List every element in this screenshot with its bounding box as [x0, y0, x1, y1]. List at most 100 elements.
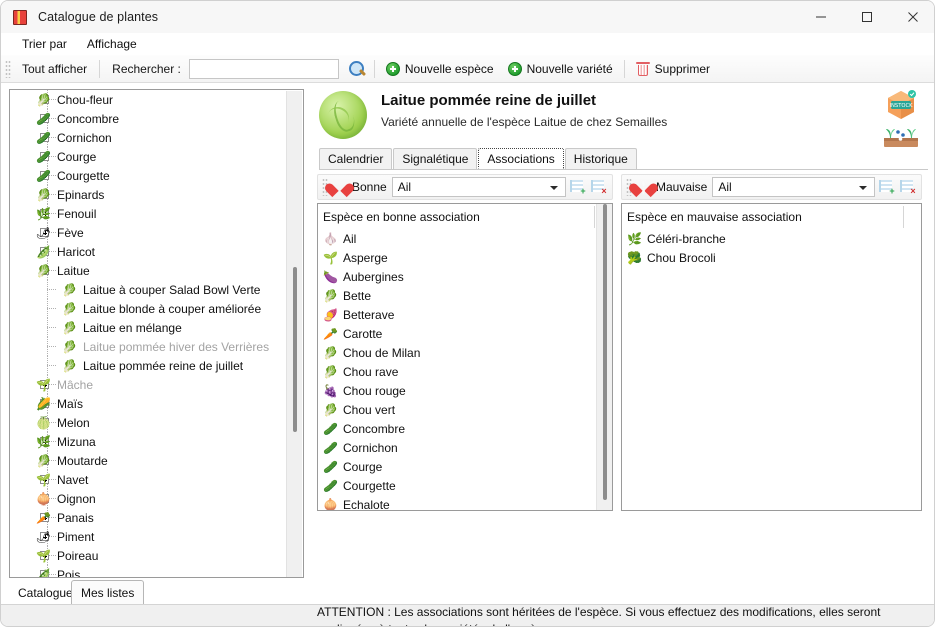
- bad-list-body[interactable]: 🌿 Céléri-branche 🥦 Chou Brocoli: [622, 229, 921, 267]
- good-list-item[interactable]: 🥒 Courge: [318, 457, 612, 476]
- tree-item-label: Pois: [57, 567, 81, 578]
- tree-item-chou-fleur[interactable]: 🥬 Chou-fleur: [10, 90, 287, 109]
- delete-button[interactable]: Supprimer: [629, 57, 717, 81]
- detail-badges: INSTOCK: [882, 89, 924, 149]
- good-list-item[interactable]: 🍠 Betterave: [318, 305, 612, 324]
- bad-list-item[interactable]: 🥦 Chou Brocoli: [622, 248, 921, 267]
- good-list-item[interactable]: 🥒 Courgette: [318, 476, 612, 495]
- plant-icon: 🍠: [323, 307, 338, 322]
- tree-item-concombre[interactable]: 🥒 Concombre: [10, 109, 287, 128]
- good-association-panel: Bonne Ail + × Espèce en bonne associatio…: [317, 174, 613, 511]
- plant-icon: 🥒: [323, 440, 338, 455]
- good-list-item[interactable]: 🧄 Ail: [318, 229, 612, 248]
- tab-associations[interactable]: Associations: [478, 148, 564, 169]
- toolbar-separator-2: [373, 59, 375, 78]
- tree-item-poireau[interactable]: 🌱 Poireau: [10, 546, 287, 565]
- good-list-item[interactable]: 🌱 Asperge: [318, 248, 612, 267]
- plant-icon: 🍈: [36, 415, 51, 430]
- good-list-item-label: Cornichon: [343, 440, 398, 455]
- tab-mes-listes[interactable]: Mes listes: [71, 580, 145, 604]
- good-list-scrollbar-thumb[interactable]: [603, 204, 607, 500]
- good-species-combo[interactable]: Ail: [391, 177, 566, 197]
- tree-item-pois[interactable]: 🫛 Pois: [10, 565, 287, 577]
- good-list-item-label: Aubergines: [343, 269, 404, 284]
- new-species-button[interactable]: Nouvelle espèce: [379, 57, 501, 81]
- tree-item-piment[interactable]: 🌶 Piment: [10, 527, 287, 546]
- good-list-item[interactable]: 🥬 Chou rave: [318, 362, 612, 381]
- tree-item-laitue-couper-salad-bowl-verte[interactable]: 🥬 Laitue à couper Salad Bowl Verte: [10, 280, 287, 299]
- good-list-scrollbar[interactable]: [596, 204, 612, 510]
- tree-item-laitue-en-m-lange[interactable]: 🥬 Laitue en mélange: [10, 318, 287, 337]
- menu-trier-par[interactable]: Trier par: [13, 35, 76, 54]
- tree-item-laitue-blonde-couper-am-lior-e[interactable]: 🥬 Laitue blonde à couper améliorée: [10, 299, 287, 318]
- toolbar-grip[interactable]: [5, 59, 11, 78]
- species-tree-panel: 🥬 Chou-fleur 🥒 Concombre 🥒 Cornichon 🥒 Courge 🥒 C…: [9, 89, 304, 578]
- tab-historique[interactable]: Historique: [564, 148, 637, 169]
- tree-item-laitue-pomm-e-reine-de-juillet[interactable]: 🥬 Laitue pommée reine de juillet: [10, 356, 287, 375]
- tree-item-label: Laitue à couper Salad Bowl Verte: [83, 282, 261, 297]
- tree-item-navet[interactable]: 🌱 Navet: [10, 470, 287, 489]
- in-stock-badge: INSTOCK: [882, 89, 920, 121]
- maximize-button[interactable]: [844, 1, 890, 33]
- minimize-button[interactable]: [798, 1, 844, 33]
- tree-item-laitue-pomm-e-hiver-des-verri-res[interactable]: 🥬 Laitue pommée hiver des Verrières: [10, 337, 287, 356]
- tree-item-fenouil[interactable]: 🌿 Fenouil: [10, 204, 287, 223]
- good-list-item[interactable]: 🧅 Echalote: [318, 495, 612, 511]
- good-list-item[interactable]: 🥕 Carotte: [318, 324, 612, 343]
- tree-item-moutarde[interactable]: 🥬 Moutarde: [10, 451, 287, 470]
- close-button[interactable]: [890, 1, 934, 33]
- search-icon[interactable]: [346, 58, 368, 80]
- tree-scrollbar[interactable]: [286, 91, 302, 577]
- bad-species-combo[interactable]: Ail: [712, 177, 875, 197]
- good-remove-button[interactable]: ×: [591, 179, 608, 196]
- tree-item-laitue[interactable]: 🥬 Laitue: [10, 261, 287, 280]
- tree-item-f-ve[interactable]: 🌶 Fève: [10, 223, 287, 242]
- tree-item-courgette[interactable]: 🥒 Courgette: [10, 166, 287, 185]
- tree-item-panais[interactable]: 🥕 Panais: [10, 508, 287, 527]
- tree-item-cornichon[interactable]: 🥒 Cornichon: [10, 128, 287, 147]
- bad-list-item[interactable]: 🌿 Céléri-branche: [622, 229, 921, 248]
- tree-item-mizuna[interactable]: 🌿 Mizuna: [10, 432, 287, 451]
- good-list-body[interactable]: 🧄 Ail 🌱 Asperge 🍆 Aubergines 🥬 Bette 🍠 Betterave 🥕…: [318, 229, 612, 511]
- good-list-item[interactable]: 🥬 Chou vert: [318, 400, 612, 419]
- tree-item-ma-s[interactable]: 🌽 Maïs: [10, 394, 287, 413]
- tab-signaletique[interactable]: Signalétique: [393, 148, 478, 169]
- good-list-item[interactable]: 🥒 Cornichon: [318, 438, 612, 457]
- good-association-list[interactable]: Espèce en bonne association 🧄 Ail 🌱 Asperge…: [317, 203, 613, 511]
- good-add-button[interactable]: +: [570, 179, 587, 196]
- bad-list-header: Espèce en mauvaise association: [627, 210, 802, 224]
- plant-icon: 🥒: [323, 421, 338, 436]
- show-all-button[interactable]: Tout afficher: [14, 62, 95, 76]
- good-list-item[interactable]: 🍇 Chou rouge: [318, 381, 612, 400]
- bad-list-header-divider: [903, 206, 904, 228]
- good-list-item[interactable]: 🥬 Bette: [318, 286, 612, 305]
- tree-item-melon[interactable]: 🍈 Melon: [10, 413, 287, 432]
- tree-item-epinards[interactable]: 🥬 Epinards: [10, 185, 287, 204]
- search-input[interactable]: [188, 58, 339, 79]
- good-list-item[interactable]: 🥬 Chou de Milan: [318, 343, 612, 362]
- svg-text:INSTOCK: INSTOCK: [890, 103, 914, 109]
- toolbar: Tout afficher Rechercher : Nouvelle espè…: [1, 55, 934, 83]
- bad-association-list[interactable]: Espèce en mauvaise association 🌿 Céléri-b…: [621, 203, 922, 511]
- menu-affichage[interactable]: Affichage: [78, 35, 146, 54]
- tree-scrollbar-thumb[interactable]: [293, 267, 297, 432]
- plant-icon: 🥬: [62, 358, 77, 373]
- good-list-item-label: Concombre: [343, 421, 406, 436]
- tab-calendrier[interactable]: Calendrier: [319, 148, 393, 169]
- tree-item-label: Haricot: [57, 244, 96, 259]
- species-tree[interactable]: 🥬 Chou-fleur 🥒 Concombre 🥒 Cornichon 🥒 Courge 🥒 C…: [10, 90, 287, 577]
- tree-item-oignon[interactable]: 🧅 Oignon: [10, 489, 287, 508]
- plant-icon: 🌱: [36, 548, 51, 563]
- good-list-item[interactable]: 🍆 Aubergines: [318, 267, 612, 286]
- tree-item-label: Laitue blonde à couper améliorée: [83, 301, 262, 316]
- sowing-badge: [882, 123, 920, 149]
- tree-item-label: Maïs: [57, 396, 84, 411]
- new-variety-button[interactable]: Nouvelle variété: [501, 57, 620, 81]
- tree-item-haricot[interactable]: 🫛 Haricot: [10, 242, 287, 261]
- tree-item-m-che[interactable]: 🌱 Mâche: [10, 375, 287, 394]
- bad-label: Mauvaise: [656, 180, 708, 194]
- bad-remove-button[interactable]: ×: [900, 179, 917, 196]
- bad-add-button[interactable]: +: [879, 179, 896, 196]
- good-list-item[interactable]: 🥒 Concombre: [318, 419, 612, 438]
- tree-item-courge[interactable]: 🥒 Courge: [10, 147, 287, 166]
